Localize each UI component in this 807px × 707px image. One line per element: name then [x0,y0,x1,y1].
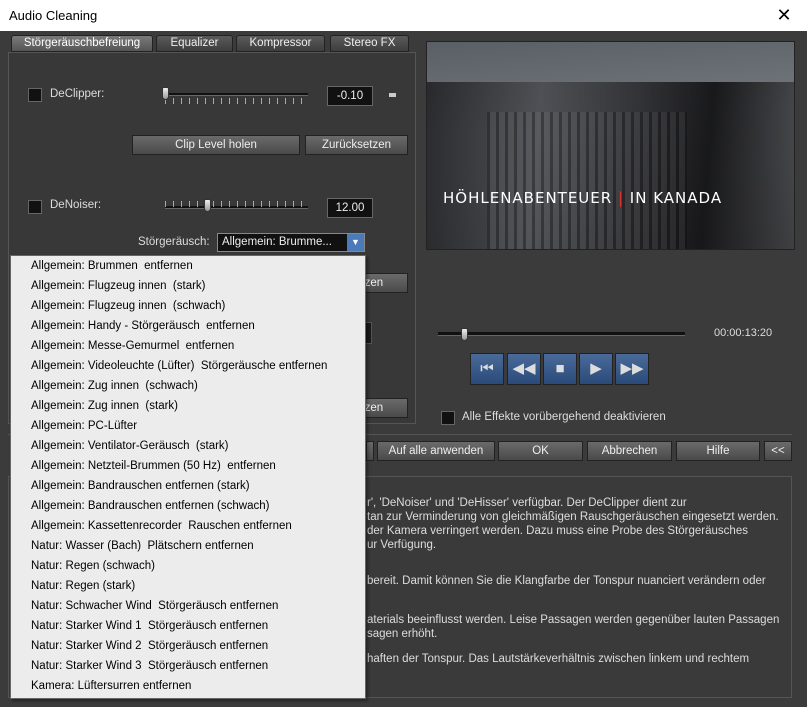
list-item[interactable]: Allgemein: PC-Lüfter [11,416,365,436]
declipper-value[interactable]: -0.10 [327,86,373,106]
declipper-slider-thumb[interactable] [162,87,169,100]
apply-all-button[interactable]: Auf alle anwenden [377,441,495,461]
description-line: der Kamera verringert werden. Dazu muss … [367,525,748,537]
description-line: tan zur Verminderung von gleichmäßigen R… [367,511,779,523]
rewind-icon[interactable]: ◀◀ [507,353,541,385]
list-item[interactable]: Allgemein: Ventilator-Geräusch (stark) [11,436,365,456]
list-item[interactable]: Kamera: Lüftersurren entfernen [11,676,365,696]
list-item[interactable]: Allgemein: Flugzeug innen (schwach) [11,296,365,316]
play-icon[interactable]: ▶ [579,353,613,385]
declipper-slider-ticks [165,98,308,104]
noise-type-selected: Allgemein: Brumme... [222,236,332,248]
description-line: sagen erhöht. [367,628,438,640]
window-title: Audio Cleaning [9,8,98,23]
timeline-thumb[interactable] [461,328,468,341]
ok-button[interactable]: OK [498,441,583,461]
list-item[interactable]: Natur: Regen (schwach) [11,556,365,576]
list-item[interactable]: Allgemein: Handy - Störgeräusch entferne… [11,316,365,336]
video-title-part2: IN KANADA [624,189,723,207]
basalt-columns-image [487,112,687,249]
denoiser-value[interactable]: 12.00 [327,198,373,218]
video-title-overlay: HÖHLENABENTEUER | IN KANADA [443,189,722,207]
list-item[interactable]: Allgemein: Bandrauschen entfernen (stark… [11,476,365,496]
list-item[interactable]: Allgemein: Zug innen (schwach) [11,376,365,396]
video-title-part1: HÖHLENABENTEUER [443,189,618,207]
close-icon[interactable]: ✕ [761,0,807,31]
list-item[interactable]: Allgemein: Zug innen (stark) [11,396,365,416]
list-item[interactable]: Allgemein: Kassettenrecorder Rauschen en… [11,516,365,536]
list-item[interactable]: Natur: Schwacher Wind Störgeräusch entfe… [11,596,365,616]
video-preview: HÖHLENABENTEUER | IN KANADA [426,41,795,250]
audio-cleaning-window: Audio Cleaning ✕ Störgeräuschbefreiung E… [0,0,807,707]
bypass-effects-label: Alle Effekte vorübergehend deaktivieren [462,411,666,423]
list-item[interactable]: Allgemein: Flugzeug innen (stark) [11,276,365,296]
chevron-down-icon[interactable]: ▼ [347,234,364,251]
list-item[interactable]: Natur: Regen (stark) [11,576,365,596]
description-line: haften der Tonspur. Das Lautstärkeverhäl… [367,653,750,665]
cancel-button[interactable]: Abbrechen [587,441,672,461]
title-bar: Audio Cleaning ✕ [0,0,807,31]
hidden-button-edge [366,441,374,461]
denoiser-slider-thumb[interactable] [204,199,211,212]
description-line: aterials beeinflusst werden. Leise Passa… [367,614,780,626]
tab-kompressor[interactable]: Kompressor [236,35,325,52]
description-line: ur Verfügung. [367,539,437,551]
description-line: r', 'DeNoiser' und 'DeHisser' verfügbar.… [367,497,687,509]
denoiser-checkbox[interactable] [28,200,42,214]
list-item[interactable]: Allgemein: Messe-Gemurmel entfernen [11,336,365,356]
playback-timeline[interactable] [438,332,685,336]
fast-forward-icon[interactable]: ▶▶ [615,353,649,385]
collapse-button[interactable]: << [764,441,792,461]
description-line: bereit. Damit können Sie die Klangfarbe … [367,575,766,587]
list-item[interactable]: Allgemein: Bandrauschen entfernen (schwa… [11,496,365,516]
help-button[interactable]: Hilfe [676,441,760,461]
tab-equalizer[interactable]: Equalizer [156,35,233,52]
list-item[interactable]: Allgemein: Videoleuchte (Lüfter) Störger… [11,356,365,376]
skip-to-start-icon[interactable]: ⏮ [470,353,504,385]
bypass-effects-checkbox[interactable] [441,411,455,425]
declipper-label: DeClipper: [50,88,105,100]
list-item[interactable]: Allgemein: Netzteil-Brummen (50 Hz) entf… [11,456,365,476]
stop-icon[interactable]: ■ [543,353,577,385]
list-item[interactable]: Allgemein: Brummen entfernen [11,256,365,276]
timecode: 00:00:13:20 [714,327,773,339]
list-item[interactable]: Natur: Wasser (Bach) Plätschern entferne… [11,536,365,556]
denoiser-label: DeNoiser: [50,199,102,211]
declipper-slider[interactable] [165,93,308,96]
list-item[interactable]: Natur: Starker Wind 1 Störgeräusch entfe… [11,616,365,636]
list-item[interactable]: Natur: Starker Wind 3 Störgeräusch entfe… [11,656,365,676]
noise-type-dropdown-list[interactable]: Allgemein: Brummen entfernen Allgemein: … [10,255,366,699]
declipper-indicator [389,93,396,97]
denoiser-slider-ticks [165,201,308,207]
list-item[interactable]: Natur: Starker Wind 2 Störgeräusch entfe… [11,636,365,656]
noise-type-label: Störgeräusch: [138,236,210,248]
noise-type-select[interactable]: Allgemein: Brumme... ▼ [217,233,365,252]
tab-stereo-fx[interactable]: Stereo FX [330,35,409,52]
clip-level-button[interactable]: Clip Level holen [132,135,300,155]
declipper-checkbox[interactable] [28,88,42,102]
tab-stoergeraeuschbefreiung[interactable]: Störgeräuschbefreiung [11,35,153,52]
declipper-reset-button[interactable]: Zurücksetzen [305,135,408,155]
